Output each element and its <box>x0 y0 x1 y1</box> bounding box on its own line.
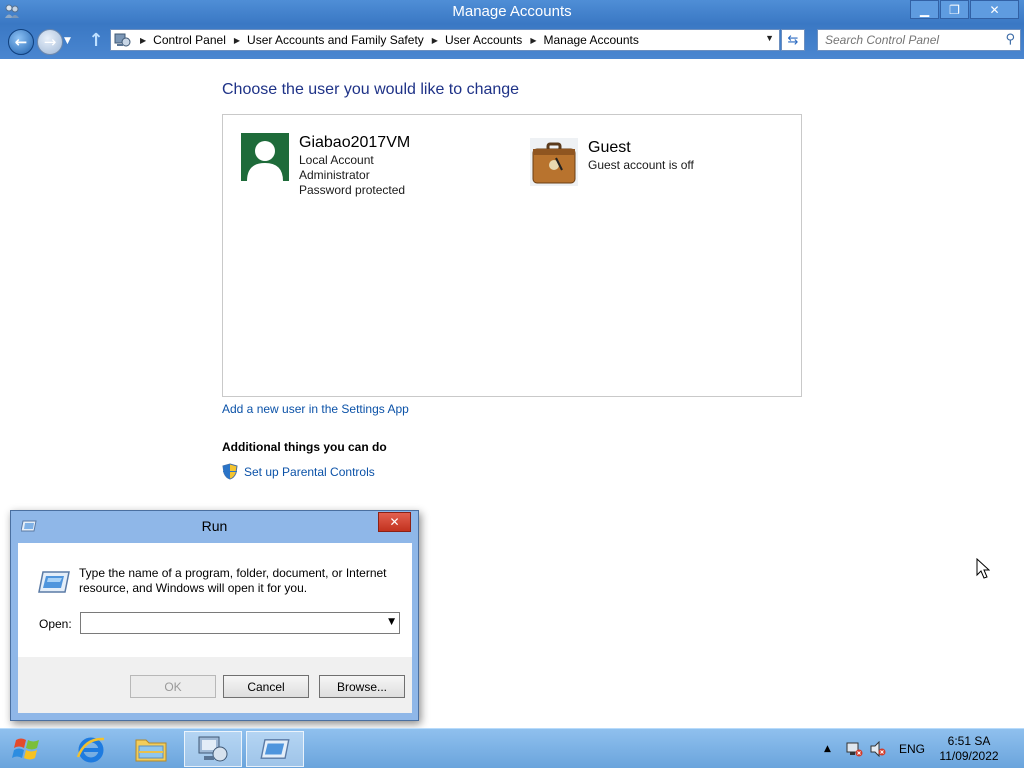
shield-icon <box>222 463 238 480</box>
taskbar-file-explorer[interactable] <box>122 731 180 767</box>
restore-icon: ❐ <box>949 2 960 17</box>
refresh-icon: ⇆ <box>787 32 799 48</box>
network-disconnected-icon <box>846 742 863 757</box>
folder-icon <box>135 739 167 762</box>
breadcrumb-control-panel[interactable]: Control Panel <box>153 33 226 47</box>
run-dialog-body: Type the name of a program, folder, docu… <box>18 543 412 713</box>
window-titlebar[interactable]: Manage Accounts ▁ ❐ ✕ <box>0 0 1024 24</box>
run-program-icon <box>38 571 70 593</box>
navigation-bar: ← → ▼ ↑ ▶ Control Panel ▶ User Accounts … <box>0 24 1024 59</box>
recent-pages-dropdown[interactable]: ▼ <box>64 36 71 46</box>
network-status[interactable] <box>845 729 863 768</box>
clock-date: 11/09/2022 <box>939 749 999 763</box>
arrow-up-icon: ↑ <box>88 30 104 51</box>
taskbar-internet-explorer[interactable] <box>62 731 120 767</box>
browse-button[interactable]: Browse... <box>319 675 405 698</box>
taskbar-run[interactable] <box>246 731 304 767</box>
search-icon[interactable]: ⚲ <box>1005 32 1015 47</box>
run-dialog-title: Run <box>201 518 228 534</box>
guest-suitcase-icon <box>530 138 578 186</box>
accounts-list: Giabao2017VM Local Account Administrator… <box>222 114 802 397</box>
additional-things-heading: Additional things you can do <box>222 440 387 454</box>
account-type: Local Account <box>299 153 374 167</box>
system-clock[interactable]: 6:51 SA 11/09/2022 <box>930 734 1008 764</box>
account-status: Guest account is off <box>588 158 694 172</box>
chevron-right-icon[interactable]: ▶ <box>432 36 438 45</box>
chevron-right-icon[interactable]: ▶ <box>530 36 536 45</box>
chevron-right-icon[interactable]: ▶ <box>140 36 146 45</box>
account-tile-guest[interactable]: Guest Guest account is off <box>530 138 694 186</box>
open-label: Open: <box>39 617 72 631</box>
volume-control[interactable] <box>869 729 887 768</box>
refresh-button[interactable]: ⇆ <box>781 29 805 51</box>
open-input[interactable] <box>81 613 377 633</box>
clock-time: 6:51 SA <box>947 734 991 748</box>
arrow-left-icon: ← <box>14 33 28 51</box>
chevron-up-icon: ▲ <box>824 744 831 754</box>
account-name: Giabao2017VM <box>299 134 411 151</box>
close-icon: ✕ <box>989 2 1000 17</box>
input-language[interactable]: ENG <box>899 729 925 768</box>
account-tile-giabao2017vm[interactable]: Giabao2017VM Local Account Administrator… <box>241 133 410 198</box>
run-description: Type the name of a program, folder, docu… <box>79 566 387 595</box>
cancel-button[interactable]: Cancel <box>223 675 309 698</box>
close-icon: ✕ <box>389 515 400 529</box>
minimize-button[interactable]: ▁ <box>910 0 939 19</box>
breadcrumb-user-accounts-family-safety[interactable]: User Accounts and Family Safety <box>247 33 424 47</box>
taskbar: ▲ ENG 6:51 SA 11/09/2022 <box>0 728 1024 768</box>
open-combobox[interactable]: ▼ <box>80 612 400 634</box>
run-icon <box>260 739 290 759</box>
forward-button[interactable]: → <box>37 29 63 55</box>
window-title: Manage Accounts <box>452 3 572 20</box>
show-hidden-icons-button[interactable]: ▲ <box>824 729 831 768</box>
arrow-right-icon: → <box>43 33 57 51</box>
run-dialog[interactable]: Run ✕ Type the name of a program, folder… <box>10 510 419 721</box>
maximize-button[interactable]: ❐ <box>940 0 969 19</box>
search-input[interactable] <box>818 30 988 50</box>
ok-button[interactable]: OK <box>130 675 216 698</box>
up-button[interactable]: ↑ <box>86 30 106 52</box>
back-button[interactable]: ← <box>8 29 34 55</box>
address-bar[interactable]: ▶ Control Panel ▶ User Accounts and Fami… <box>110 29 780 51</box>
parental-controls-link[interactable]: Set up Parental Controls <box>244 465 375 479</box>
account-password-status: Password protected <box>299 183 406 197</box>
control-panel-icon <box>114 33 131 47</box>
user-silhouette-icon <box>241 133 289 181</box>
account-name: Guest <box>588 139 631 156</box>
mouse-cursor-icon <box>976 558 990 579</box>
page-heading: Choose the user you would like to change <box>222 81 520 98</box>
minimize-icon: ▁ <box>919 2 930 17</box>
breadcrumb-user-accounts[interactable]: User Accounts <box>445 33 522 47</box>
control-panel-icon <box>198 736 228 762</box>
run-close-button[interactable]: ✕ <box>378 512 411 532</box>
chevron-down-icon[interactable]: ▼ <box>388 617 395 627</box>
address-history-dropdown[interactable]: ▼ <box>765 33 774 43</box>
taskbar-control-panel[interactable] <box>184 731 242 767</box>
search-box[interactable]: ⚲ <box>817 29 1021 51</box>
internet-explorer-icon <box>76 737 105 763</box>
volume-muted-icon <box>870 741 886 757</box>
language-indicator: ENG <box>899 742 926 756</box>
run-dialog-content: Type the name of a program, folder, docu… <box>18 543 412 657</box>
account-role: Administrator <box>299 168 370 182</box>
add-new-user-link[interactable]: Add a new user in the Settings App <box>222 402 409 416</box>
windows-logo-icon[interactable] <box>8 734 46 764</box>
chevron-right-icon[interactable]: ▶ <box>234 36 240 45</box>
close-button[interactable]: ✕ <box>970 0 1019 19</box>
breadcrumb-manage-accounts[interactable]: Manage Accounts <box>543 33 638 47</box>
